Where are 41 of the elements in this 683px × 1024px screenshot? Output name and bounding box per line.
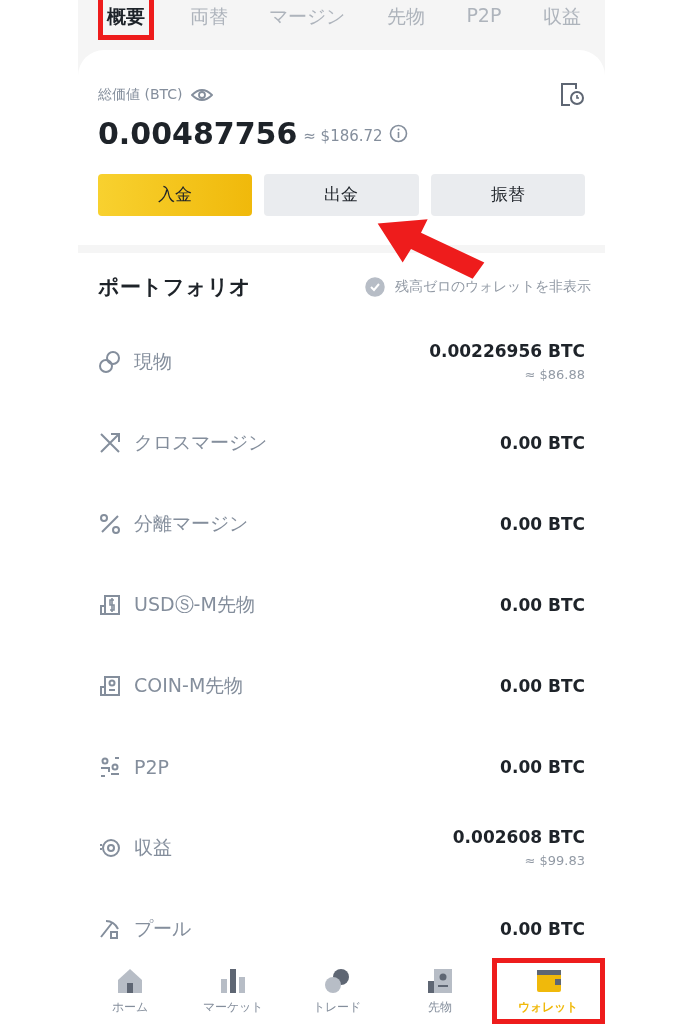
wallet-usd-value: ≈ $99.83: [524, 853, 585, 869]
tab[interactable]: P2P: [460, 0, 508, 36]
history-icon[interactable]: [559, 81, 585, 108]
wallet-name[interactable]: 分離マージン: [134, 510, 248, 537]
wallet-amount: 0.00226956 BTC: [429, 341, 585, 362]
portfolio-title: ポートフォリオ: [98, 274, 251, 301]
total-value: 0.00487756: [98, 116, 298, 152]
wallet-amount: 0.002608 BTC: [452, 827, 585, 848]
wallet-name[interactable]: 現物: [134, 348, 172, 375]
nav-item[interactable]: ウォレット: [491, 958, 606, 1024]
wallet-name[interactable]: プール: [134, 915, 191, 942]
wallet-name[interactable]: COIN-M先物: [134, 672, 244, 699]
tab[interactable]: 先物: [380, 0, 431, 40]
wallet-name[interactable]: P2P: [134, 755, 169, 778]
wallet-name[interactable]: USDⓈ-M先物: [134, 591, 255, 618]
wallet-amount: 0.00 BTC: [500, 918, 585, 939]
tab[interactable]: 収益: [537, 0, 587, 40]
nav-item[interactable]: ホーム: [78, 958, 182, 1024]
wallet-amount: 0.00 BTC: [500, 432, 585, 453]
wallet-amount: 0.00 BTC: [500, 513, 585, 534]
nav-item[interactable]: トレード: [284, 958, 389, 1024]
info-icon[interactable]: [388, 124, 408, 144]
deposit-button[interactable]: 入金: [98, 173, 253, 216]
usd-value: ≈ $186.72: [303, 126, 383, 145]
tab[interactable]: マージン: [263, 0, 352, 40]
total-value-label: 総価値 (BTC): [98, 85, 183, 104]
eye-icon[interactable]: [190, 87, 213, 102]
wallet-amount: 0.00 BTC: [500, 756, 585, 777]
action-button[interactable]: 振替: [430, 173, 585, 216]
wallet-usd-value: ≈ $86.88: [524, 367, 585, 383]
tab[interactable]: 両替: [183, 0, 234, 40]
nav-item[interactable]: マーケット: [181, 958, 285, 1024]
wallet-name[interactable]: クロスマージン: [134, 429, 267, 456]
tab[interactable]: 概要: [98, 0, 154, 40]
action-button[interactable]: 出金: [264, 173, 419, 216]
wallet-amount: 0.00 BTC: [500, 594, 585, 615]
checkbox[interactable]: [365, 277, 385, 297]
wallet-amount: 0.00 BTC: [500, 675, 585, 696]
nav-item[interactable]: 先物: [388, 958, 492, 1024]
hide-zero-label[interactable]: 残高ゼロのウォレットを非表示: [395, 278, 591, 296]
wallet-name[interactable]: 収益: [134, 834, 172, 861]
